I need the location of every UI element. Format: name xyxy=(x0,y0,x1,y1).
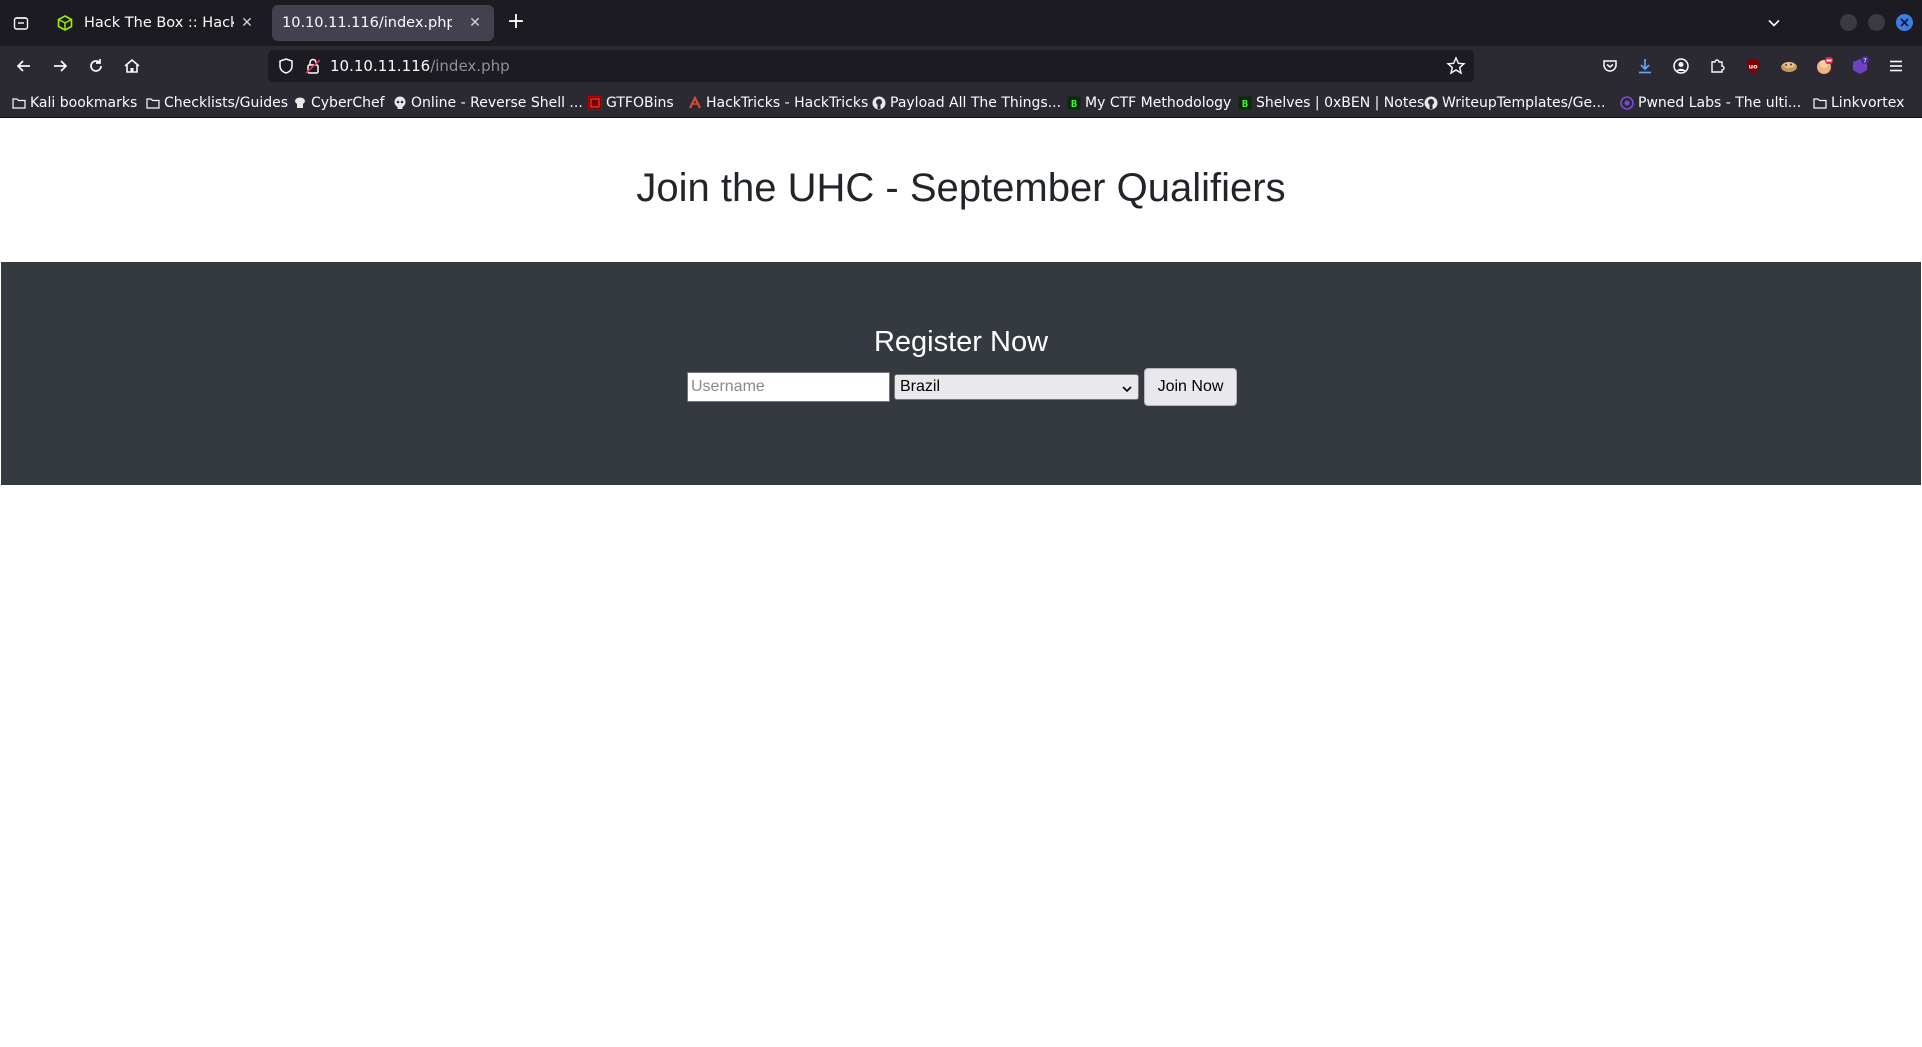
bookmark-label: Pwned Labs - The ulti... xyxy=(1638,95,1802,111)
bookmark-gtfobins[interactable]: GTFOBins xyxy=(588,93,674,113)
bookmarks-toolbar: Kali bookmarks Checklists/Guides CyberCh… xyxy=(0,86,1922,118)
tracking-protection-shield-icon[interactable] xyxy=(277,57,295,75)
chevron-down-icon xyxy=(1121,382,1133,394)
join-now-button[interactable]: Join Now xyxy=(1144,368,1237,406)
bookmark-label: Online - Reverse Shell ... xyxy=(411,95,583,111)
svg-text:7: 7 xyxy=(1863,57,1867,65)
pwnedlabs-icon xyxy=(1620,96,1634,110)
bookstack-icon: B xyxy=(1238,96,1252,110)
url-text[interactable]: 10.10.11.116/index.php xyxy=(330,57,510,75)
bookmark-label: HackTricks - HackTricks xyxy=(706,95,869,111)
tab-bar: Hack The Box :: Hack The ✕ 10.10.11.116/… xyxy=(0,0,1922,46)
bookmark-label: CyberChef xyxy=(311,95,385,111)
hamburger-menu-icon[interactable] xyxy=(1885,55,1907,77)
extensions-puzzle-icon[interactable] xyxy=(1706,55,1728,77)
bookmark-star-icon[interactable] xyxy=(1446,56,1466,76)
bookmark-my-ctf-methodology[interactable]: B My CTF Methodology xyxy=(1067,93,1231,113)
github-icon xyxy=(1424,96,1438,110)
bookmark-label: Checklists/Guides xyxy=(164,95,289,111)
foxyproxy-icon[interactable]: 7 xyxy=(1849,55,1871,77)
bookmark-linkvortex[interactable]: Linkvortex xyxy=(1813,93,1904,113)
bookmark-cyberchef[interactable]: CyberChef xyxy=(293,93,385,113)
insecure-lock-icon[interactable] xyxy=(304,57,322,75)
user-agent-switcher-icon[interactable] xyxy=(1813,55,1835,77)
tab-title: 10.10.11.116/index.php xyxy=(282,15,452,31)
bookmark-checklists-guides[interactable]: Checklists/Guides xyxy=(146,93,288,113)
account-icon[interactable] xyxy=(1670,55,1692,77)
skull-icon xyxy=(393,96,407,110)
close-icon[interactable]: ✕ xyxy=(238,14,256,32)
svg-text:uo: uo xyxy=(1748,63,1758,71)
bookmark-label: Kali bookmarks xyxy=(30,95,138,111)
download-icon[interactable] xyxy=(1634,55,1656,77)
cyberchef-icon xyxy=(293,96,307,110)
cookie-editor-icon[interactable] xyxy=(1778,55,1800,77)
window-minimize-button[interactable] xyxy=(1840,14,1857,31)
bookmark-pwned-labs[interactable]: Pwned Labs - The ulti... xyxy=(1620,93,1801,113)
tab-hackthebox[interactable]: Hack The Box :: Hack The ✕ xyxy=(46,5,266,41)
back-arrow-icon[interactable] xyxy=(12,54,36,78)
tab-list-icon[interactable] xyxy=(10,12,32,34)
github-icon xyxy=(872,96,886,110)
ublock-origin-icon[interactable]: uo xyxy=(1742,55,1764,77)
country-select[interactable]: Brazil xyxy=(894,374,1139,400)
forward-arrow-icon[interactable] xyxy=(48,54,72,78)
hacktricks-icon xyxy=(688,96,702,110)
url-bar[interactable]: 10.10.11.116/index.php xyxy=(268,50,1474,82)
folder-icon xyxy=(1813,96,1827,110)
tab-index-php[interactable]: 10.10.11.116/index.php ✕ xyxy=(272,5,494,41)
bookmark-label: Payload All The Things... xyxy=(890,95,1062,111)
bookmark-label: Shelves | 0xBEN | Notes xyxy=(1256,95,1425,111)
bookmark-reverse-shell[interactable]: Online - Reverse Shell ... xyxy=(393,93,583,113)
bookmark-shelves-0xben[interactable]: B Shelves | 0xBEN | Notes xyxy=(1238,93,1424,113)
tab-title: Hack The Box :: Hack The xyxy=(84,15,234,31)
register-form: Brazil Join Now xyxy=(1,368,1921,408)
navigation-toolbar: 10.10.11.116/index.php uo 7 xyxy=(0,46,1922,86)
reload-icon[interactable] xyxy=(84,54,108,78)
folder-icon xyxy=(12,96,26,110)
hackthebox-cube-icon xyxy=(56,14,74,32)
country-selected-value: Brazil xyxy=(900,378,941,395)
gtfobins-icon xyxy=(588,96,602,110)
page-title: Join the UHC - September Qualifiers xyxy=(636,166,1286,210)
window-close-button[interactable] xyxy=(1896,14,1913,31)
bookmark-label: Linkvortex xyxy=(1831,95,1905,111)
bookmark-label: WriteupTemplates/Ge... xyxy=(1442,95,1606,111)
bookmark-writeup-templates[interactable]: WriteupTemplates/Ge... xyxy=(1424,93,1605,113)
bookmark-label: GTFOBins xyxy=(606,95,674,111)
page-content: Join the UHC - September Qualifiers Regi… xyxy=(0,118,1922,1047)
bookmark-hacktricks[interactable]: HackTricks - HackTricks xyxy=(688,93,868,113)
svg-text:B: B xyxy=(1071,99,1077,110)
register-heading: Register Now xyxy=(873,326,1049,358)
chevron-down-icon[interactable] xyxy=(1763,12,1785,34)
register-section: Register Now Brazil Join Now xyxy=(1,262,1921,485)
bookmark-kali-bookmarks[interactable]: Kali bookmarks xyxy=(12,93,137,113)
pocket-icon[interactable] xyxy=(1599,55,1621,77)
home-icon[interactable] xyxy=(120,54,144,78)
bookmark-label: My CTF Methodology xyxy=(1085,95,1232,111)
bookstack-icon: B xyxy=(1067,96,1081,110)
window-maximize-button[interactable] xyxy=(1868,14,1885,31)
folder-icon xyxy=(146,96,160,110)
close-icon[interactable]: ✕ xyxy=(466,14,484,32)
new-tab-button[interactable]: + xyxy=(505,11,527,34)
username-input[interactable] xyxy=(687,372,890,402)
browser-chrome: Hack The Box :: Hack The ✕ 10.10.11.116/… xyxy=(0,0,1922,118)
svg-text:B: B xyxy=(1242,99,1248,110)
bookmark-payload-all-the-things[interactable]: Payload All The Things... xyxy=(872,93,1061,113)
